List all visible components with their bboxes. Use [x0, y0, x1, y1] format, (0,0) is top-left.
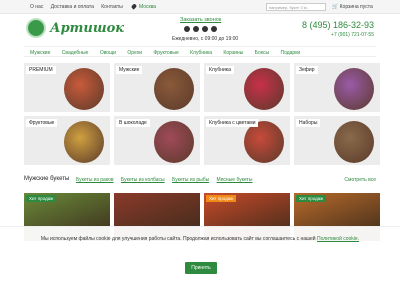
category-label: Зефир [296, 66, 318, 74]
category-label: В шоколаде [116, 119, 150, 127]
nav-delivery[interactable]: Доставка и оплата [51, 4, 94, 10]
bestseller-badge: Хит продаж [296, 195, 327, 202]
menu-item-vegetables[interactable]: Овощи [100, 50, 116, 56]
category-label: Наборы [296, 119, 321, 127]
category-label: PREMIUM [26, 66, 56, 74]
tab-fish[interactable]: Букеты из рыбы [172, 177, 209, 183]
tab-sausage[interactable]: Букеты из колбасы [121, 177, 165, 183]
bouquet-image [64, 68, 104, 110]
nav-about[interactable]: О нас [30, 4, 43, 10]
instagram-icon[interactable] [193, 26, 199, 32]
category-tile[interactable]: Мужские [114, 63, 200, 112]
category-tile[interactable]: PREMIUM [24, 63, 110, 112]
menu-item-boxes[interactable]: Боксы [255, 50, 269, 56]
artichoke-logo-icon [26, 18, 46, 38]
cookie-banner: Мы используем файлы cookie для улучшения… [0, 226, 400, 281]
top-nav: О нас Доставка и оплата Контакты [30, 4, 129, 10]
bouquet-image [334, 68, 374, 110]
city-selector[interactable]: Москва [130, 3, 156, 10]
bouquet-image [64, 121, 104, 163]
social-links [184, 26, 217, 32]
bouquet-image [334, 121, 374, 163]
cart-button[interactable]: 🛒 Корзина пуста [332, 4, 373, 10]
bestseller-badge: Хит продаж [26, 195, 57, 202]
category-label: Клубника с цветами [206, 119, 259, 127]
main-menu: Мужские Свадебные Овощи Орехи Фруктовые … [24, 46, 376, 57]
category-label: Мужские [116, 66, 143, 74]
logo[interactable]: Артишок [26, 18, 126, 40]
menu-item-strawberry[interactable]: Клубника [190, 50, 212, 56]
category-tile[interactable]: Клубника с цветами [204, 116, 290, 165]
bouquet-image [244, 121, 284, 163]
category-tile[interactable]: Зефир [294, 63, 380, 112]
cookie-text: Мы используем файлы cookie для улучшения… [40, 236, 360, 242]
telegram-icon[interactable] [211, 26, 217, 32]
section-tabs: Букеты из раков Букеты из колбасы Букеты… [76, 177, 258, 183]
bouquet-image [154, 68, 194, 110]
category-label: Клубника [206, 66, 234, 74]
menu-item-fruit[interactable]: Фруктовые [153, 50, 178, 56]
category-grid: PREMIUM Мужские Клубника Зефир Фруктовые В шо… [24, 63, 380, 165]
bouquet-image [244, 68, 284, 110]
menu-item-men[interactable]: Мужские [30, 50, 50, 56]
menu-item-nuts[interactable]: Орехи [127, 50, 142, 56]
tab-meat[interactable]: Мясные букеты [217, 177, 253, 183]
tab-crayfish[interactable]: Букеты из раков [76, 177, 114, 183]
view-all-link[interactable]: Смотреть все [344, 177, 376, 183]
vk-icon[interactable] [184, 26, 190, 32]
nav-contacts[interactable]: Контакты [101, 4, 123, 10]
cookie-policy-link[interactable]: Политикой cookie. [317, 236, 359, 242]
bestseller-badge: Хит продаж [206, 195, 237, 202]
location-pin-icon [130, 3, 138, 10]
logo-text: Артишок [50, 21, 125, 36]
bouquet-image [154, 121, 194, 163]
category-tile[interactable]: Клубника [204, 63, 290, 112]
top-bar: О нас Доставка и оплата Контакты Москва … [0, 0, 400, 14]
phone-secondary[interactable]: +7 (901) 721-07-55 [331, 32, 374, 38]
menu-item-baskets[interactable]: Корзины [223, 50, 243, 56]
whatsapp-icon[interactable] [202, 26, 208, 32]
section-title: Мужские букеты [24, 176, 70, 182]
accept-cookie-button[interactable]: Принять [185, 262, 217, 274]
category-tile[interactable]: Наборы [294, 116, 380, 165]
menu-item-gifts[interactable]: Подарки [280, 50, 300, 56]
category-tile[interactable]: В шоколаде [114, 116, 200, 165]
callback-link[interactable]: Заказать звонок [180, 17, 221, 23]
working-hours: Ежедневно, с 09:00 до 19:00 [172, 36, 239, 42]
category-label: Фруктовые [26, 119, 58, 127]
category-tile[interactable]: Фруктовые [24, 116, 110, 165]
search-input[interactable]: например, букет 3 м. [266, 3, 326, 11]
men-bouquets-section: Мужские букеты Букеты из раков Букеты из… [24, 176, 376, 186]
menu-item-wedding[interactable]: Свадебные [62, 50, 89, 56]
phone-primary[interactable]: 8 (495) 186-32-93 [302, 20, 374, 30]
